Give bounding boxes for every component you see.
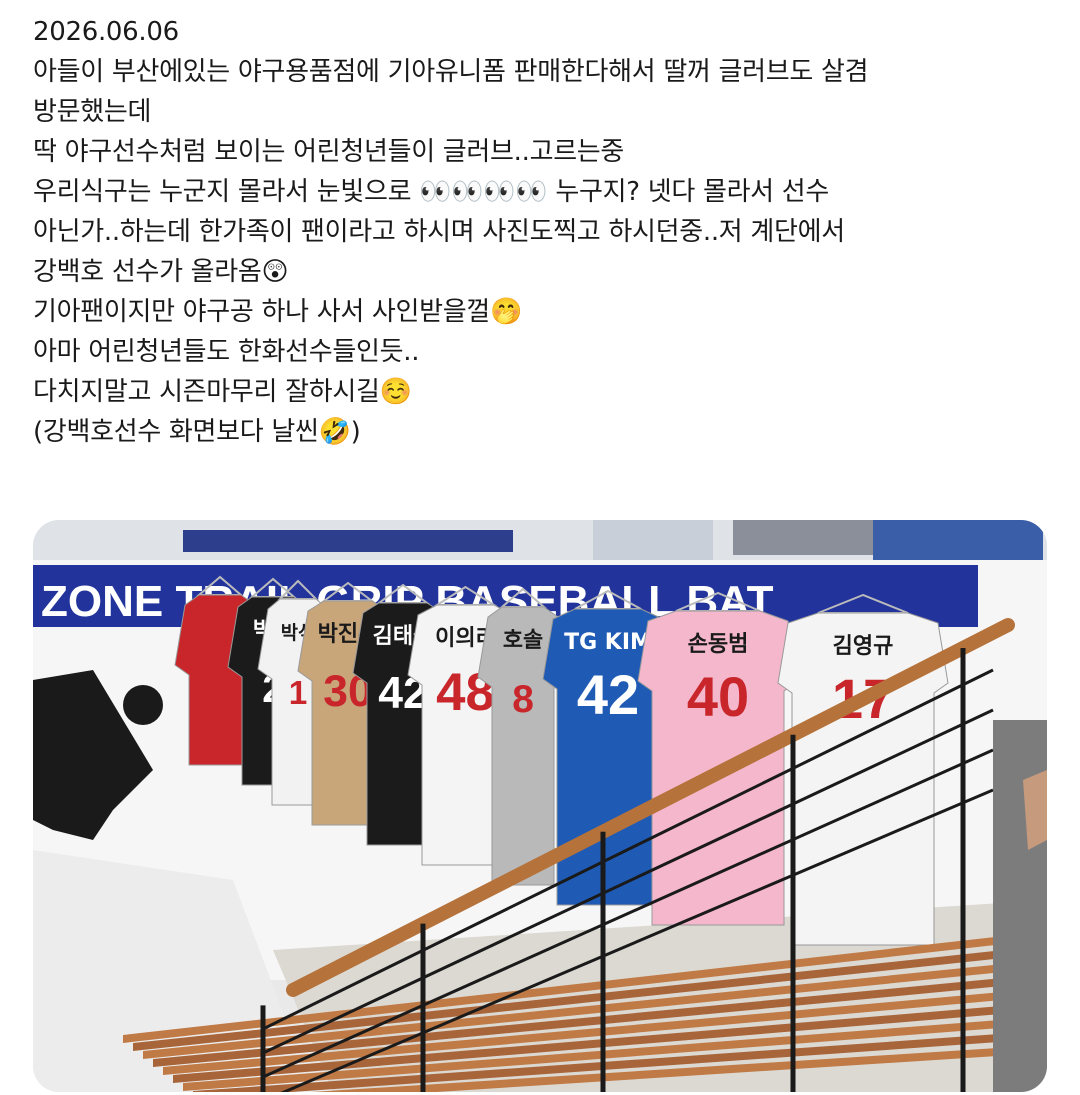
post-line: (강백호선수 화면보다 날씬🤣) — [33, 417, 361, 447]
jersey-name: 김영규 — [833, 634, 894, 659]
post-date: 2026.06.06 — [33, 17, 179, 47]
post-body: 2026.06.06 아들이 부산에있는 야구용품점에 기아유니폼 판매한다해서… — [33, 12, 1053, 452]
jersey-number: 8 — [512, 678, 534, 721]
jersey-number: 1 — [289, 675, 308, 712]
jersey-name: TG KIM — [564, 630, 652, 655]
post-line: 우리식구는 누군지 몰라서 눈빛으로 👀👀👀👀 누구지? 넷다 몰라서 선수 — [33, 177, 830, 207]
post-line: 다치지말고 시즌마무리 잘하시길☺️ — [33, 377, 412, 407]
post-line: 방문했는데 — [33, 97, 152, 127]
post-photo[interactable]: ZONE TRAIL GRIP BASEBALL BAT 박민2박석1박진우30… — [33, 520, 1047, 1092]
post-line: 아들이 부산에있는 야구용품점에 기아유니폼 판매한다해서 딸꺼 글러브도 살겸 — [33, 57, 869, 87]
post-line: 딱 야구선수처럼 보이는 어린청년들이 글러브..고르는중 — [33, 137, 625, 167]
jersey-number: 42 — [577, 663, 639, 726]
jersey: 손동범 40 — [637, 591, 799, 926]
jersey-name: 손동범 — [688, 632, 749, 657]
post: 2026.06.06 아들이 부산에있는 야구용품점에 기아유니폼 판매한다해서… — [0, 0, 1080, 1095]
post-line: 아닌가..하는데 한가족이 팬이라고 하시며 사진도찍고 하시던중..저 계단에… — [33, 217, 845, 247]
post-line: 아마 어린청년들도 한화선수들인듯.. — [33, 337, 420, 367]
post-line: 기아팬이지만 야구공 하나 사서 사인받을껄🤭 — [33, 297, 523, 327]
store-stairway-photo: ZONE TRAIL GRIP BASEBALL BAT 박민2박석1박진우30… — [33, 520, 1047, 1092]
jersey-number: 40 — [687, 665, 749, 728]
post-line: 강백호 선수가 올라옴😲 — [33, 257, 289, 287]
jersey-name: 호솔 — [503, 628, 543, 653]
